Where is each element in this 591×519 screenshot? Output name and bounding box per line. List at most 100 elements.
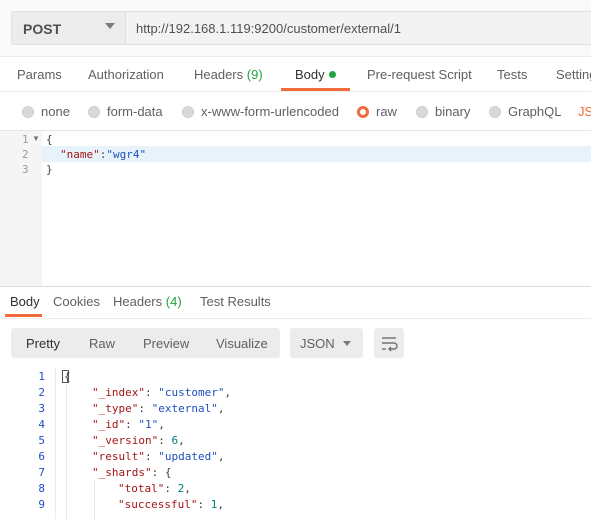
response-tab-body[interactable]: Body (10, 294, 40, 309)
code-line: { (46, 133, 53, 146)
active-tab-indicator (5, 314, 42, 317)
preview-button[interactable]: Preview (143, 336, 189, 351)
modified-dot-icon (328, 71, 336, 78)
body-type-raw-label: raw (376, 104, 397, 119)
line-number: 6 (38, 450, 45, 463)
code-line: "_type": "external", (92, 402, 225, 415)
response-view-group: Pretty Raw Preview Visualize (11, 328, 280, 358)
raw-language-select[interactable]: JS( (578, 104, 591, 119)
gutter-divider (55, 368, 56, 519)
radio-icon (22, 106, 34, 118)
response-tabs: Body Cookies Headers (4) Test Results (0, 286, 591, 319)
code-line: "_version": 6, (92, 434, 185, 447)
tab-body-label: Body (295, 67, 325, 82)
response-format-select[interactable]: JSON (290, 328, 363, 358)
body-type-graphql-label: GraphQL (508, 104, 562, 119)
request-body-editor[interactable]: 1 ▼ 2 3 { "name":"wgr4" } (0, 130, 591, 287)
raw-button[interactable]: Raw (89, 336, 115, 351)
method-label: POST (23, 21, 62, 37)
code-line: "total": 2, (118, 482, 191, 495)
response-tab-headers-label: Headers (113, 294, 163, 309)
radio-icon (416, 106, 428, 118)
wrap-lines-icon (382, 337, 398, 352)
body-type-form-data-label: form-data (107, 104, 163, 119)
tab-tests[interactable]: Tests (497, 67, 527, 82)
tab-authorization[interactable]: Authorization (88, 67, 164, 82)
line-number: 7 (38, 466, 45, 479)
json-string: "customer" (158, 386, 225, 399)
radio-icon (489, 106, 501, 118)
url-input[interactable]: http://192.168.1.119:9200/customer/exter… (126, 11, 591, 45)
chevron-down-icon (105, 23, 115, 29)
body-type-none-label: none (41, 104, 70, 119)
response-format-label: JSON (300, 336, 335, 351)
radio-icon (88, 106, 100, 118)
json-key: "name" (60, 148, 100, 161)
json-key: "successful" (118, 498, 198, 511)
code-line: } (46, 163, 53, 176)
json-key: "_shards" (92, 466, 152, 479)
body-type-binary-label: binary (435, 104, 471, 119)
line-number: 3 (38, 402, 45, 415)
line-number: 1 (38, 370, 45, 383)
headers-count-badge: (9) (246, 67, 263, 82)
indent-guide (94, 480, 95, 519)
line-number: 9 (38, 498, 45, 511)
radio-icon (182, 106, 194, 118)
chevron-down-icon (343, 341, 351, 346)
request-tabs: Params Authorization Headers (9) Body Pr… (0, 57, 591, 92)
json-key: "_index" (92, 386, 145, 399)
json-key: "total" (118, 482, 165, 495)
line-number: 1 (22, 133, 29, 146)
line-number: 3 (22, 163, 29, 176)
json-key: "_version" (92, 434, 159, 447)
code-line: "_index": "customer", (92, 386, 232, 399)
body-type-form-data[interactable]: form-data (88, 104, 163, 119)
code-line: "_shards": { (92, 466, 172, 479)
tab-settings[interactable]: Setting (556, 67, 591, 82)
tab-headers[interactable]: Headers (9) (194, 67, 263, 82)
body-type-raw[interactable]: raw (357, 104, 397, 119)
json-string: "wgr4" (106, 148, 147, 161)
tab-pre-request-script[interactable]: Pre-request Script (367, 67, 472, 82)
method-select[interactable]: POST (11, 11, 126, 45)
json-number: 6 (171, 434, 179, 447)
body-type-urlencoded[interactable]: x-www-form-urlencoded (182, 104, 339, 119)
json-string: "1" (138, 418, 159, 431)
tab-headers-label: Headers (194, 67, 244, 82)
body-type-binary[interactable]: binary (416, 104, 470, 119)
json-string: "updated" (158, 450, 218, 463)
line-number: 4 (38, 418, 45, 431)
json-number: 2 (177, 482, 185, 495)
line-number: 2 (22, 148, 29, 161)
response-tab-headers[interactable]: Headers (4) (113, 294, 182, 309)
json-key: "_id" (92, 418, 126, 431)
line-number: 2 (38, 386, 45, 399)
json-brace: { (164, 466, 172, 479)
json-number: 1 (210, 498, 218, 511)
request-editor-gutter: 1 ▼ 2 3 (0, 131, 42, 286)
response-headers-count-badge: (4) (165, 294, 182, 309)
line-number: 8 (38, 482, 45, 495)
tab-params[interactable]: Params (17, 67, 62, 82)
tab-body[interactable]: Body (295, 67, 336, 82)
body-type-none[interactable]: none (22, 104, 70, 119)
body-type-graphql[interactable]: GraphQL (489, 104, 561, 119)
json-key: "result" (92, 450, 145, 463)
json-string: "external" (151, 402, 218, 415)
fold-arrow-icon[interactable]: ▼ (32, 134, 40, 143)
line-number: 5 (38, 434, 45, 447)
active-tab-indicator (281, 88, 350, 91)
pretty-button[interactable]: Pretty (26, 336, 60, 351)
indent-guide (66, 384, 67, 519)
radio-selected-icon (357, 106, 369, 118)
code-line: "name":"wgr4" (60, 148, 146, 161)
visualize-button[interactable]: Visualize (216, 336, 268, 351)
response-body-viewer[interactable]: 1 2 3 4 5 6 7 8 9 { "_index": "customer"… (0, 368, 591, 519)
code-line: "_id": "1", (92, 418, 165, 431)
response-tab-cookies[interactable]: Cookies (53, 294, 100, 309)
code-line: "result": "updated", (92, 450, 225, 463)
body-type-urlencoded-label: x-www-form-urlencoded (201, 104, 339, 119)
wrap-lines-button[interactable] (374, 328, 404, 358)
response-tab-test-results[interactable]: Test Results (200, 294, 271, 309)
